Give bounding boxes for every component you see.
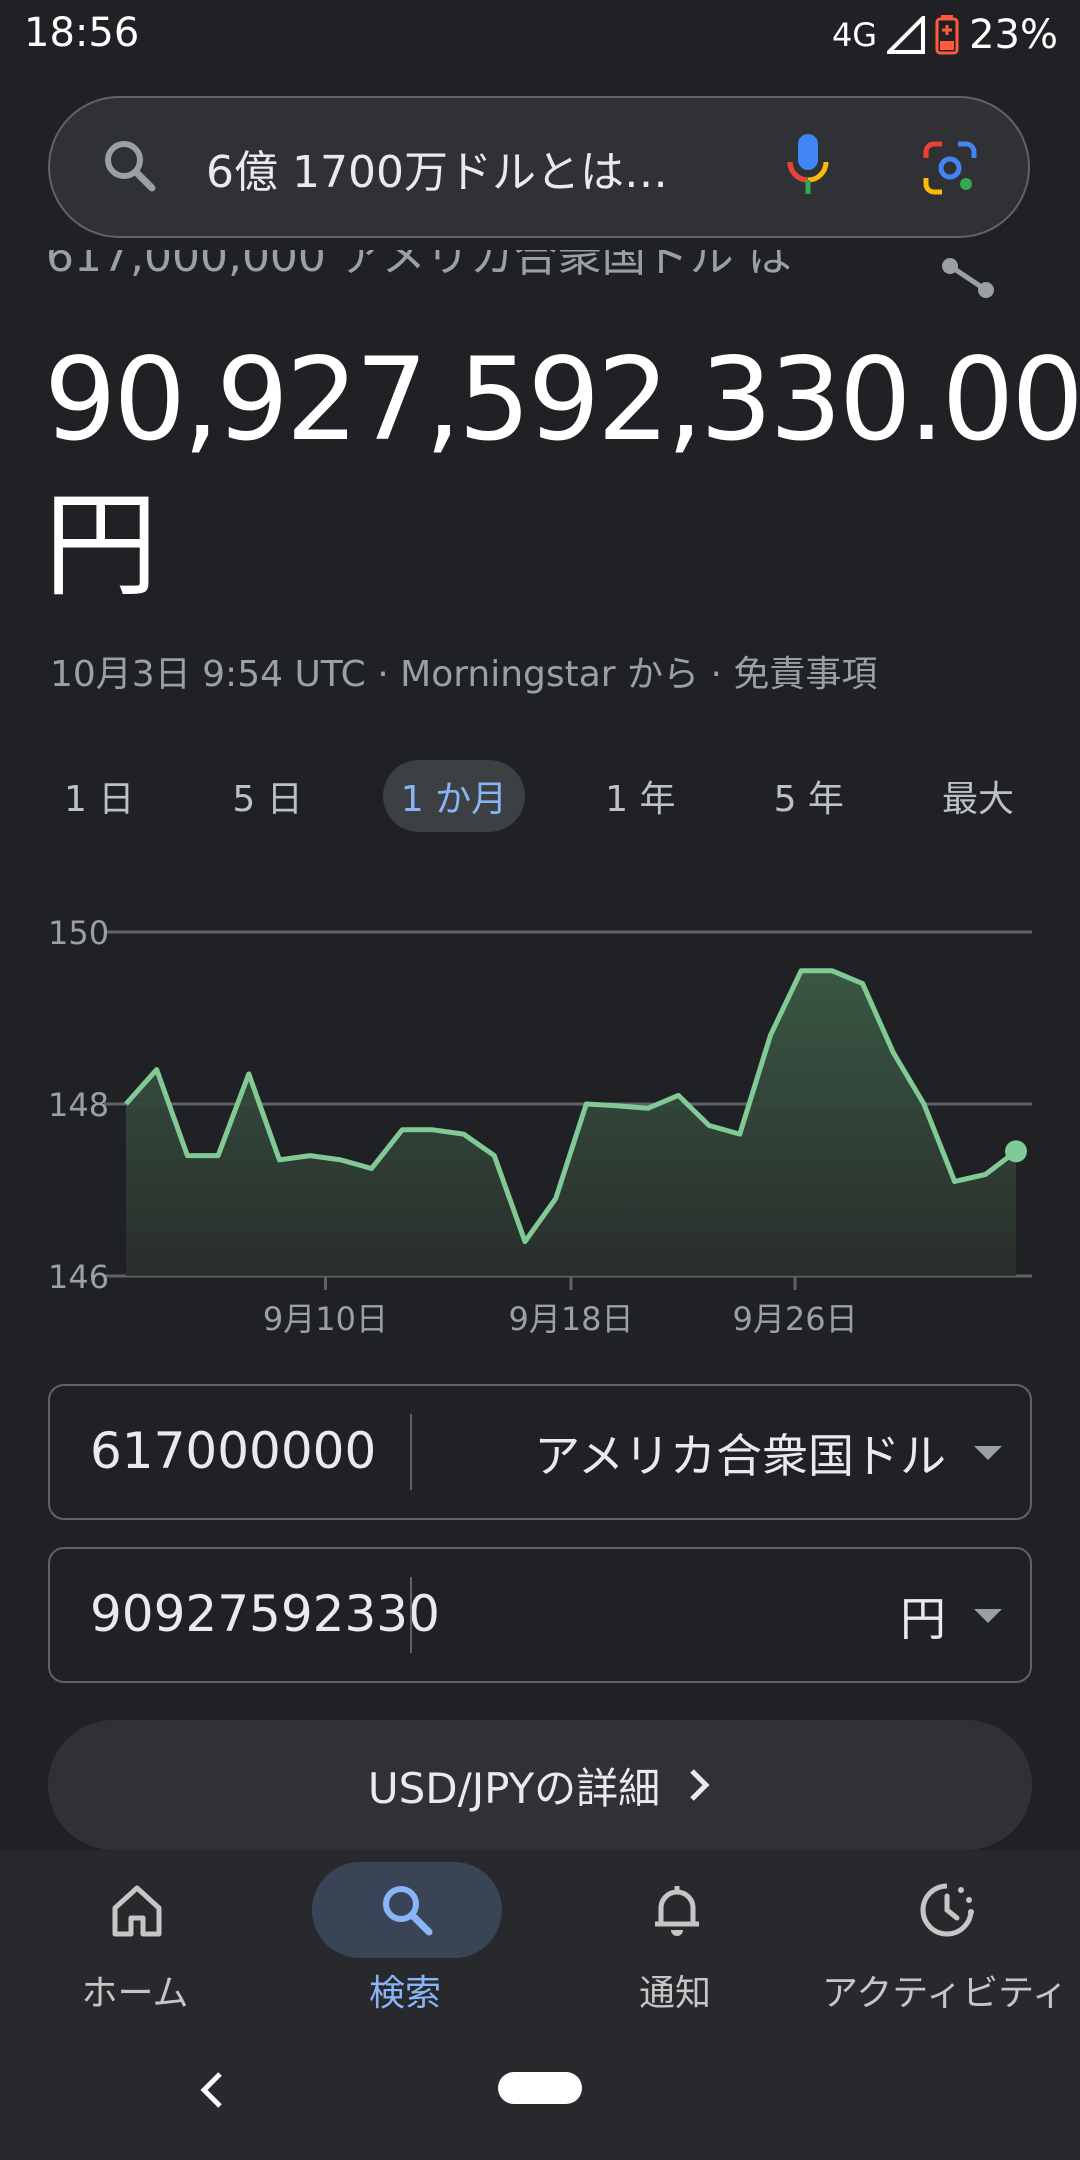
field-divider — [410, 1414, 412, 1490]
camera-lens-icon[interactable] — [920, 138, 980, 198]
home-icon — [112, 1885, 162, 1937]
x-tick-label: 9月10日 — [263, 1300, 388, 1338]
nav-search[interactable]: 検索 — [270, 1850, 540, 2040]
source-line: 10月3日 9:54 UTC · Morningstar から · 免責事項 — [50, 654, 878, 695]
y-tick-label: 148 — [48, 1086, 109, 1124]
bell-icon — [655, 1886, 699, 1936]
usd-jpy-details-button[interactable]: USD/JPYの詳細 — [48, 1720, 1032, 1850]
from-amount-input[interactable]: 617000000 — [90, 1422, 440, 1480]
nav-label: 通知 — [638, 1973, 711, 2014]
chart-area-fill — [126, 970, 1016, 1276]
latest-data-point — [1005, 1140, 1027, 1163]
y-tick-label: 150 — [48, 914, 109, 952]
status-time: 18:56 — [24, 10, 140, 56]
from-currency-field: 617000000 アメリカ合衆国ドル — [48, 1384, 1032, 1520]
x-tick-label: 9月26日 — [732, 1300, 857, 1338]
back-icon[interactable] — [196, 2070, 226, 2110]
tab-1-year[interactable]: 1 年 — [587, 760, 693, 832]
battery-icon — [935, 15, 959, 55]
field-divider — [410, 1577, 412, 1653]
from-currency-select[interactable]: アメリカ合衆国ドル — [534, 1420, 946, 1486]
status-icons: 4G 23% — [832, 12, 1058, 58]
mic-icon[interactable] — [780, 130, 836, 202]
search-icon — [100, 136, 160, 196]
chevron-down-icon[interactable] — [974, 1446, 1002, 1460]
details-label: USD/JPYの詳細 — [367, 1763, 661, 1813]
nav-label: アクティビティ — [822, 1973, 1068, 2014]
to-currency-field: 90927592330. 円 — [48, 1547, 1032, 1683]
tab-1-month[interactable]: 1 か月 — [382, 760, 526, 832]
activity-icon — [920, 1883, 974, 1937]
battery-level: 23% — [969, 12, 1058, 58]
nav-home[interactable]: ホーム — [0, 1850, 270, 2040]
to-amount-input[interactable]: 90927592330. — [90, 1585, 440, 1643]
nav-activity[interactable]: アクティビティ — [810, 1850, 1080, 2040]
search-bar[interactable]: 6億 1700万ドルとは… — [48, 96, 1030, 238]
tab-1-day[interactable]: 1 日 — [46, 760, 152, 832]
tab-max[interactable]: 最大 — [924, 760, 1032, 832]
signal-icon — [887, 16, 926, 54]
network-type: 4G — [831, 16, 878, 54]
nav-notifications[interactable]: 通知 — [540, 1850, 810, 2040]
search-query[interactable]: 6億 1700万ドルとは… — [206, 136, 668, 200]
converted-unit: 円 — [44, 479, 159, 612]
tab-5-days[interactable]: 5 日 — [214, 760, 320, 832]
range-tabs: 1 日 5 日 1 か月 1 年 5 年 最大 — [46, 760, 1032, 832]
search-icon — [383, 1886, 433, 1936]
converted-amount: 90,927,592,330.00 — [44, 333, 1080, 466]
share-icon[interactable] — [936, 256, 1000, 312]
chevron-right-icon — [690, 1769, 710, 1801]
chevron-down-icon[interactable] — [974, 1609, 1002, 1623]
nav-label: 検索 — [368, 1973, 441, 2014]
y-tick-label: 146 — [48, 1258, 109, 1296]
home-gesture-pill[interactable] — [498, 2072, 582, 2104]
tab-5-years[interactable]: 5 年 — [756, 760, 862, 832]
x-tick-label: 9月18日 — [508, 1300, 633, 1338]
exchange-rate-chart[interactable]: 146 148 150 9月10日 9月18日 9月26日 — [0, 880, 1080, 1360]
conversion-subtitle: 617,000,000 アメリカ合衆国ドル は — [46, 250, 792, 282]
nav-label: ホーム — [81, 1973, 189, 2014]
bottom-navigation: ホーム 検索 通知 アクティビティ — [0, 1850, 1080, 2040]
to-currency-select[interactable]: 円 — [900, 1583, 946, 1649]
